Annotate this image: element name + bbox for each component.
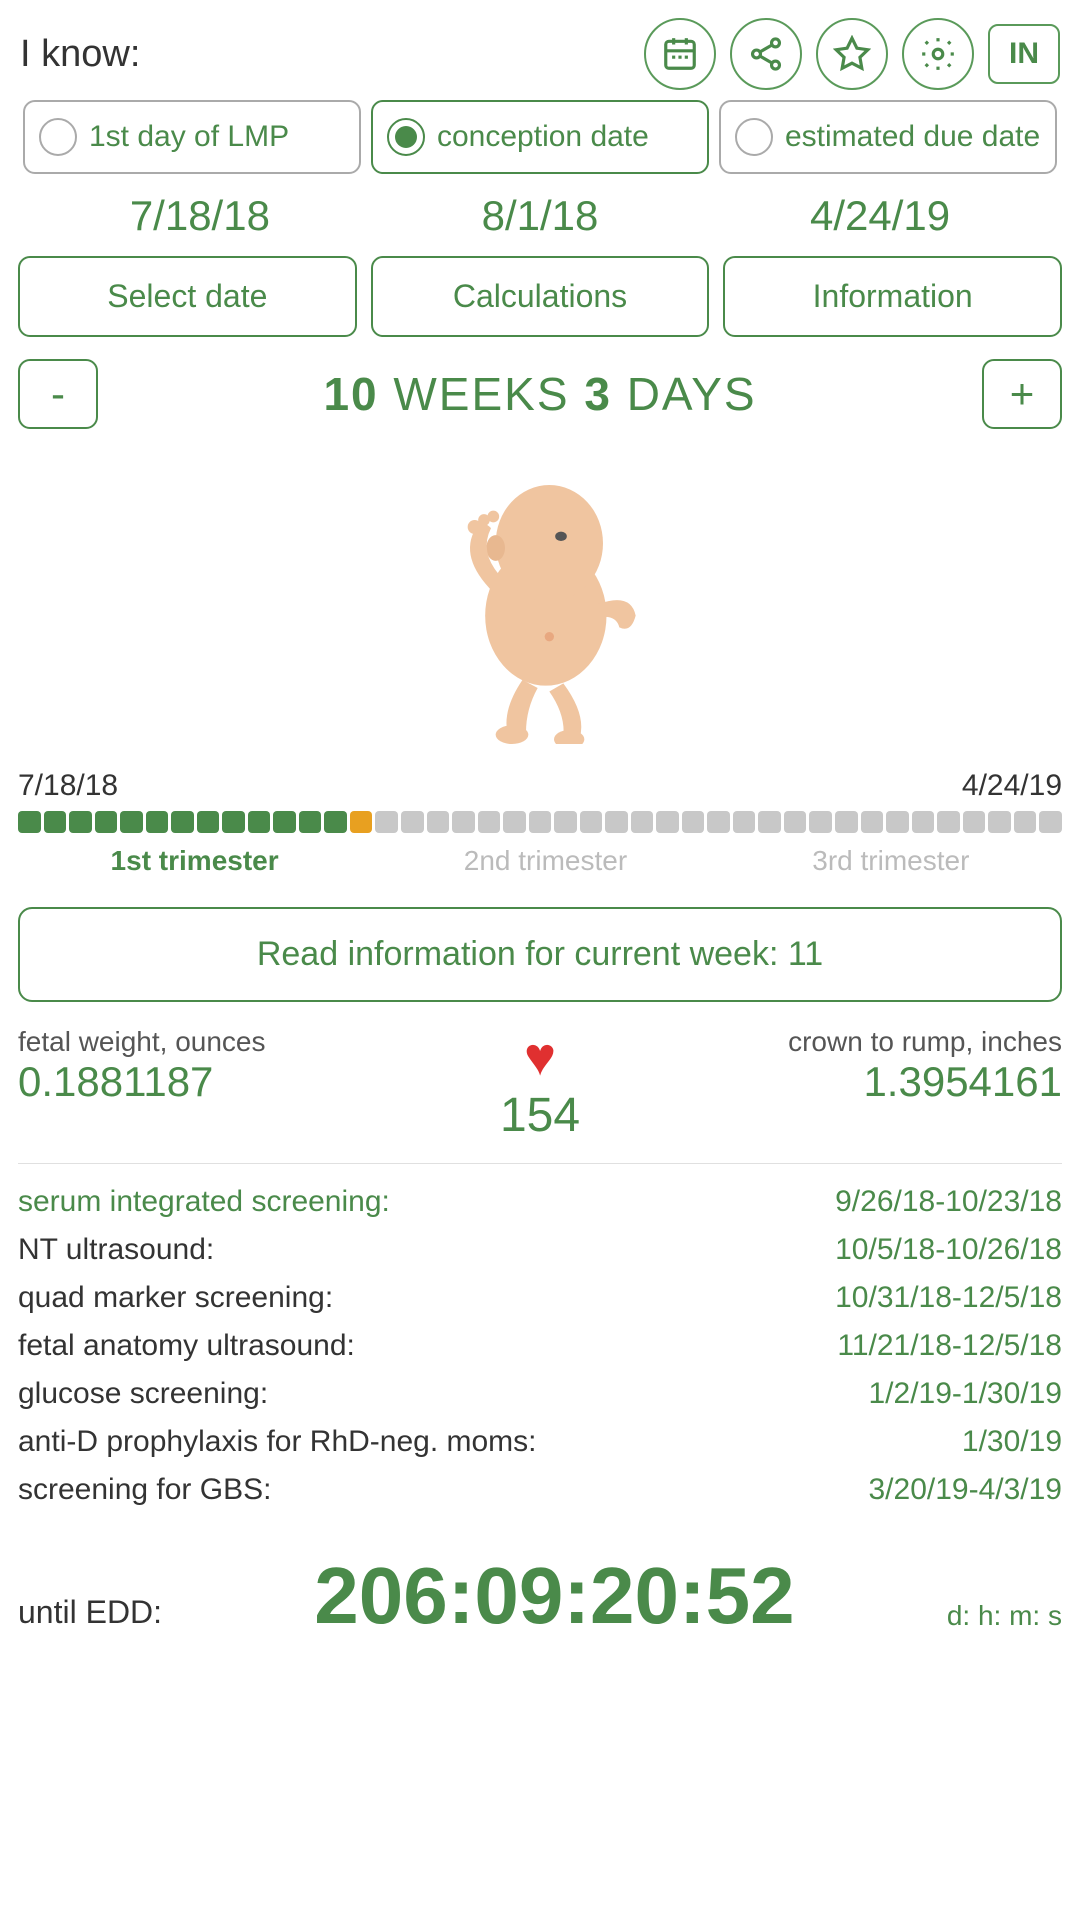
radio-circle-due-date bbox=[735, 118, 773, 156]
edd-units: d: h: m: s bbox=[947, 1600, 1062, 1642]
screening-label-2: quad marker screening: bbox=[18, 1281, 333, 1315]
heart-rate-value: 154 bbox=[500, 1088, 580, 1143]
screening-label-3: fetal anatomy ultrasound: bbox=[18, 1329, 355, 1363]
screening-label-0: serum integrated screening: bbox=[18, 1185, 390, 1219]
fetus-image bbox=[0, 449, 1080, 769]
edd-section: until EDD: 206:09:20:52 d: h: m: s bbox=[0, 1534, 1080, 1662]
radio-circle-conception bbox=[387, 118, 425, 156]
radio-lmp[interactable]: 1st day of LMP bbox=[23, 100, 361, 174]
screening-label-5: anti-D prophylaxis for RhD-neg. moms: bbox=[18, 1425, 537, 1459]
days-text: DAYS bbox=[627, 368, 757, 420]
screening-row-2: quad marker screening: 10/31/18-12/5/18 bbox=[18, 1274, 1062, 1322]
plus-button[interactable]: + bbox=[982, 359, 1062, 429]
screening-row-6: screening for GBS: 3/20/19-4/3/19 bbox=[18, 1466, 1062, 1514]
progress-bar bbox=[18, 811, 1062, 833]
progress-start-date: 7/18/18 bbox=[18, 769, 118, 803]
screening-row-5: anti-D prophylaxis for RhD-neg. moms: 1/3… bbox=[18, 1418, 1062, 1466]
divider bbox=[18, 1163, 1062, 1164]
crown-rump-value: 1.3954161 bbox=[640, 1058, 1062, 1106]
fetal-weight-label: fetal weight, ounces bbox=[18, 1026, 440, 1058]
screening-date-1: 10/5/18-10/26/18 bbox=[835, 1233, 1062, 1267]
star-icon[interactable] bbox=[816, 18, 888, 90]
radio-label-due-date: estimated due date bbox=[785, 119, 1040, 155]
radio-due-date[interactable]: estimated due date bbox=[719, 100, 1057, 174]
calculations-button[interactable]: Calculations bbox=[371, 256, 710, 337]
minus-button[interactable]: - bbox=[18, 359, 98, 429]
screening-label-1: NT ultrasound: bbox=[18, 1233, 214, 1267]
screening-date-3: 11/21/18-12/5/18 bbox=[837, 1329, 1062, 1363]
screening-section: serum integrated screening: 9/26/18-10/23… bbox=[0, 1178, 1080, 1534]
progress-section: 7/18/18 4/24/19 1st trimester 2nd trimes… bbox=[0, 769, 1080, 895]
calendar-icon[interactable] bbox=[644, 18, 716, 90]
trimester-1-label: 1st trimester bbox=[111, 845, 279, 877]
fetal-weight-value: 0.1881187 bbox=[18, 1058, 440, 1106]
radio-section: 1st day of LMP conception date estimated… bbox=[0, 100, 1080, 174]
screening-row-1: NT ultrasound: 10/5/18-10/26/18 bbox=[18, 1226, 1062, 1274]
fetus-illustration bbox=[420, 464, 660, 744]
weeks-number: 10 bbox=[323, 368, 378, 420]
screening-date-0: 9/26/18-10/23/18 bbox=[835, 1185, 1062, 1219]
conception-date: 8/1/18 bbox=[482, 192, 599, 240]
weeks-label: 10 WEEKS 3 DAYS bbox=[98, 367, 982, 421]
radio-label-conception: conception date bbox=[437, 119, 649, 155]
progress-dates: 7/18/18 4/24/19 bbox=[18, 769, 1062, 803]
screening-date-2: 10/31/18-12/5/18 bbox=[835, 1281, 1062, 1315]
select-date-button[interactable]: Select date bbox=[18, 256, 357, 337]
read-info-button[interactable]: Read information for current week: 11 bbox=[18, 907, 1062, 1002]
radio-circle-lmp bbox=[39, 118, 77, 156]
stats-left: fetal weight, ounces 0.1881187 bbox=[18, 1026, 440, 1106]
action-buttons: Select date Calculations Information bbox=[0, 256, 1080, 337]
screening-date-4: 1/2/19-1/30/19 bbox=[869, 1377, 1063, 1411]
edd-label: until EDD: bbox=[18, 1594, 162, 1631]
screening-label-6: screening for GBS: bbox=[18, 1473, 271, 1507]
share-icon[interactable] bbox=[730, 18, 802, 90]
screening-label-4: glucose screening: bbox=[18, 1377, 268, 1411]
trimester-labels: 1st trimester 2nd trimester 3rd trimeste… bbox=[18, 845, 1062, 877]
information-button[interactable]: Information bbox=[723, 256, 1062, 337]
screening-date-5: 1/30/19 bbox=[962, 1425, 1062, 1459]
i-know-label: I know: bbox=[20, 33, 140, 76]
radio-conception[interactable]: conception date bbox=[371, 100, 709, 174]
trimester-3-label: 3rd trimester bbox=[812, 845, 969, 877]
crown-rump-label: crown to rump, inches bbox=[640, 1026, 1062, 1058]
trimester-2-label: 2nd trimester bbox=[464, 845, 627, 877]
radio-label-lmp: 1st day of LMP bbox=[89, 119, 289, 155]
top-bar: I know: IN bbox=[0, 0, 1080, 100]
days-number: 3 bbox=[584, 368, 612, 420]
radio-inner-conception bbox=[395, 126, 417, 148]
settings-icon[interactable] bbox=[902, 18, 974, 90]
screening-row-0: serum integrated screening: 9/26/18-10/23… bbox=[18, 1178, 1062, 1226]
stats-row: fetal weight, ounces 0.1881187 ♥ 154 cro… bbox=[18, 1026, 1062, 1143]
screening-row-4: glucose screening: 1/2/19-1/30/19 bbox=[18, 1370, 1062, 1418]
edd-countdown: 206:09:20:52 bbox=[182, 1550, 927, 1642]
top-icons: IN bbox=[644, 18, 1060, 90]
stats-center: ♥ 154 bbox=[440, 1026, 640, 1143]
stats-right: crown to rump, inches 1.3954161 bbox=[640, 1026, 1062, 1106]
screening-row-3: fetal anatomy ultrasound: 11/21/18-12/5/1… bbox=[18, 1322, 1062, 1370]
lmp-date: 7/18/18 bbox=[130, 192, 270, 240]
screening-date-6: 3/20/19-4/3/19 bbox=[869, 1473, 1063, 1507]
progress-end-date: 4/24/19 bbox=[962, 769, 1062, 803]
weeks-text: WEEKS bbox=[393, 368, 569, 420]
in-button[interactable]: IN bbox=[988, 24, 1060, 84]
weeks-row: - 10 WEEKS 3 DAYS + bbox=[0, 355, 1080, 433]
heart-icon: ♥ bbox=[524, 1026, 556, 1088]
dates-row: 7/18/18 8/1/18 4/24/19 bbox=[0, 184, 1080, 256]
stats-section: fetal weight, ounces 0.1881187 ♥ 154 cro… bbox=[0, 1026, 1080, 1143]
due-date: 4/24/19 bbox=[810, 192, 950, 240]
